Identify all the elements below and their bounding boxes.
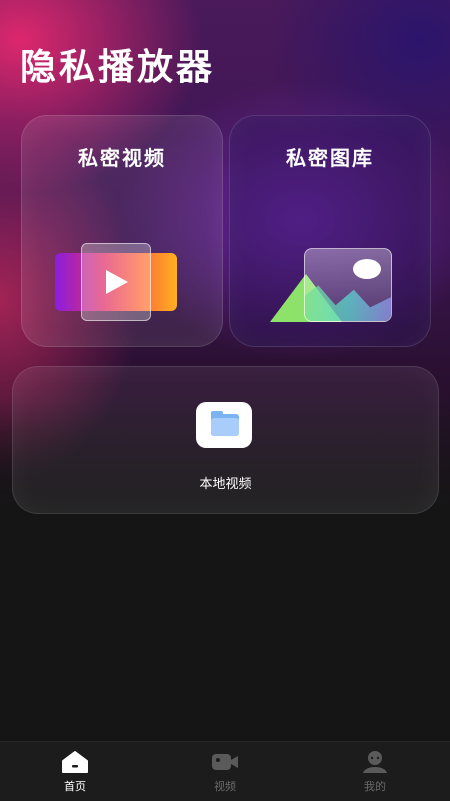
folder-icon bbox=[196, 402, 252, 448]
private-gallery-card[interactable]: 私密图库 bbox=[229, 115, 431, 347]
play-icon bbox=[55, 243, 177, 321]
tab-mine[interactable]: 我的 bbox=[300, 742, 450, 801]
tab-video-label: 视频 bbox=[214, 780, 236, 793]
private-gallery-title: 私密图库 bbox=[286, 146, 374, 170]
local-video-card[interactable]: 本地视频 bbox=[12, 366, 439, 514]
page-title: 隐私播放器 bbox=[20, 47, 216, 88]
image-icon bbox=[270, 246, 392, 324]
tab-home[interactable]: 首页 bbox=[0, 742, 150, 801]
tab-home-label: 首页 bbox=[64, 780, 86, 793]
video-camera-icon bbox=[212, 754, 238, 770]
private-video-card[interactable]: 私密视频 bbox=[21, 115, 223, 347]
tab-mine-label: 我的 bbox=[364, 780, 386, 793]
bottom-tab-bar: 首页 视频 我的 bbox=[0, 741, 450, 801]
home-icon bbox=[62, 751, 88, 773]
local-video-label: 本地视频 bbox=[199, 477, 252, 492]
private-video-title: 私密视频 bbox=[78, 146, 166, 170]
user-icon bbox=[363, 751, 387, 773]
tab-video[interactable]: 视频 bbox=[150, 742, 300, 801]
